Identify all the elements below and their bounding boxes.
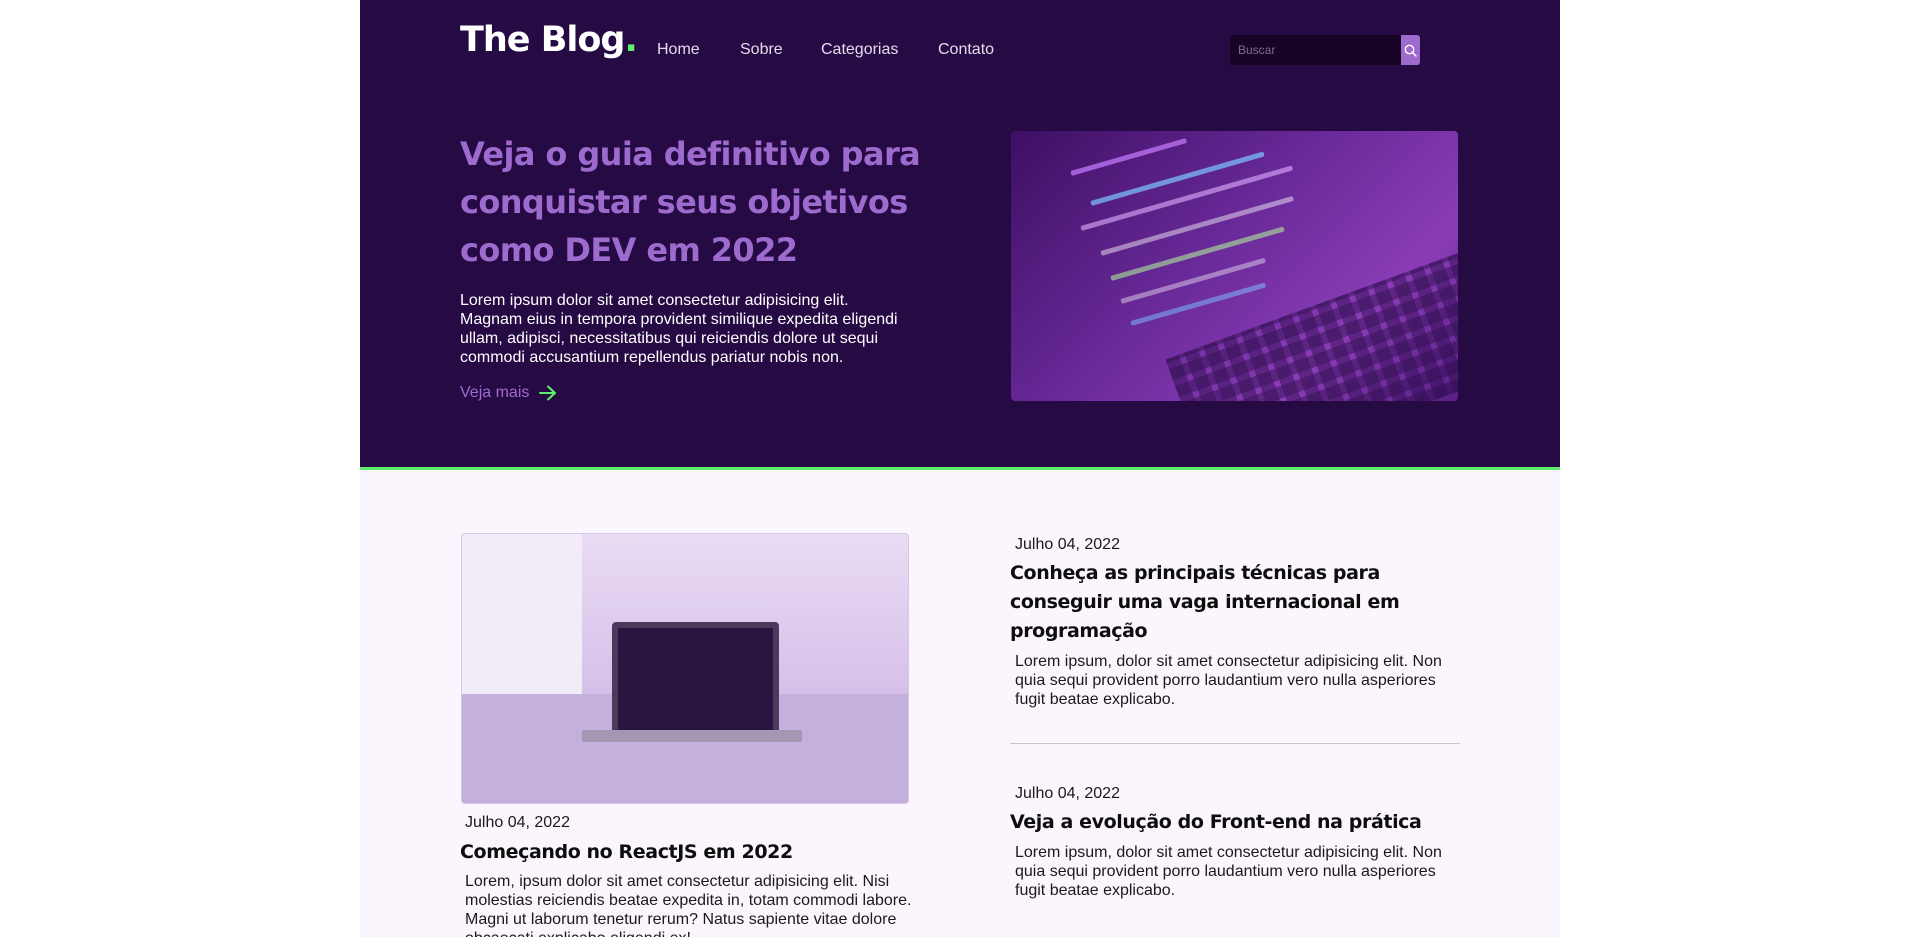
post-excerpt: Lorem ipsum, dolor sit amet consectetur … [1015, 844, 1442, 899]
page: The Blog. Home Sobre Categorias Contato … [360, 0, 1560, 937]
logo-dot: . [624, 20, 638, 60]
nav-item-sobre[interactable]: Sobre [740, 41, 783, 59]
logo[interactable]: The Blog. [460, 20, 638, 60]
featured-post-excerpt: Lorem, ipsum dolor sit amet consectetur … [465, 873, 912, 937]
hero-divider [360, 467, 1560, 470]
featured-post-title[interactable]: Começando no ReactJS em 2022 [460, 838, 920, 867]
post-divider [1010, 743, 1460, 744]
post-date: Julho 04, 2022 [1015, 785, 1120, 802]
search-icon [1404, 44, 1417, 57]
nav-item-contato[interactable]: Contato [938, 41, 994, 59]
nav-item-home[interactable]: Home [657, 41, 700, 59]
search-input[interactable] [1230, 35, 1401, 65]
nav-item-categorias[interactable]: Categorias [821, 41, 898, 59]
hero-read-more-link[interactable]: Veja mais [460, 384, 557, 402]
hero-title: Veja o guia definitivo para conquistar s… [460, 135, 921, 269]
logo-text: The Blog [460, 20, 625, 60]
featured-post-date: Julho 04, 2022 [465, 814, 570, 831]
featured-post-image[interactable] [461, 533, 909, 804]
arrow-right-icon [539, 385, 557, 401]
post-date: Julho 04, 2022 [1015, 536, 1120, 553]
post-title[interactable]: Veja a evolução do Front-end na prática [1010, 808, 1450, 837]
post-title[interactable]: Conheça as principais técnicas para cons… [1010, 559, 1430, 646]
hero-text: Lorem ipsum dolor sit amet consectetur a… [460, 292, 898, 366]
search-button[interactable] [1401, 35, 1420, 65]
post-excerpt: Lorem ipsum, dolor sit amet consectetur … [1015, 653, 1442, 708]
hero-section: The Blog. Home Sobre Categorias Contato … [360, 0, 1560, 467]
search-bar [1230, 35, 1420, 65]
hero-link-label: Veja mais [460, 384, 530, 401]
hero-image [1011, 131, 1458, 401]
